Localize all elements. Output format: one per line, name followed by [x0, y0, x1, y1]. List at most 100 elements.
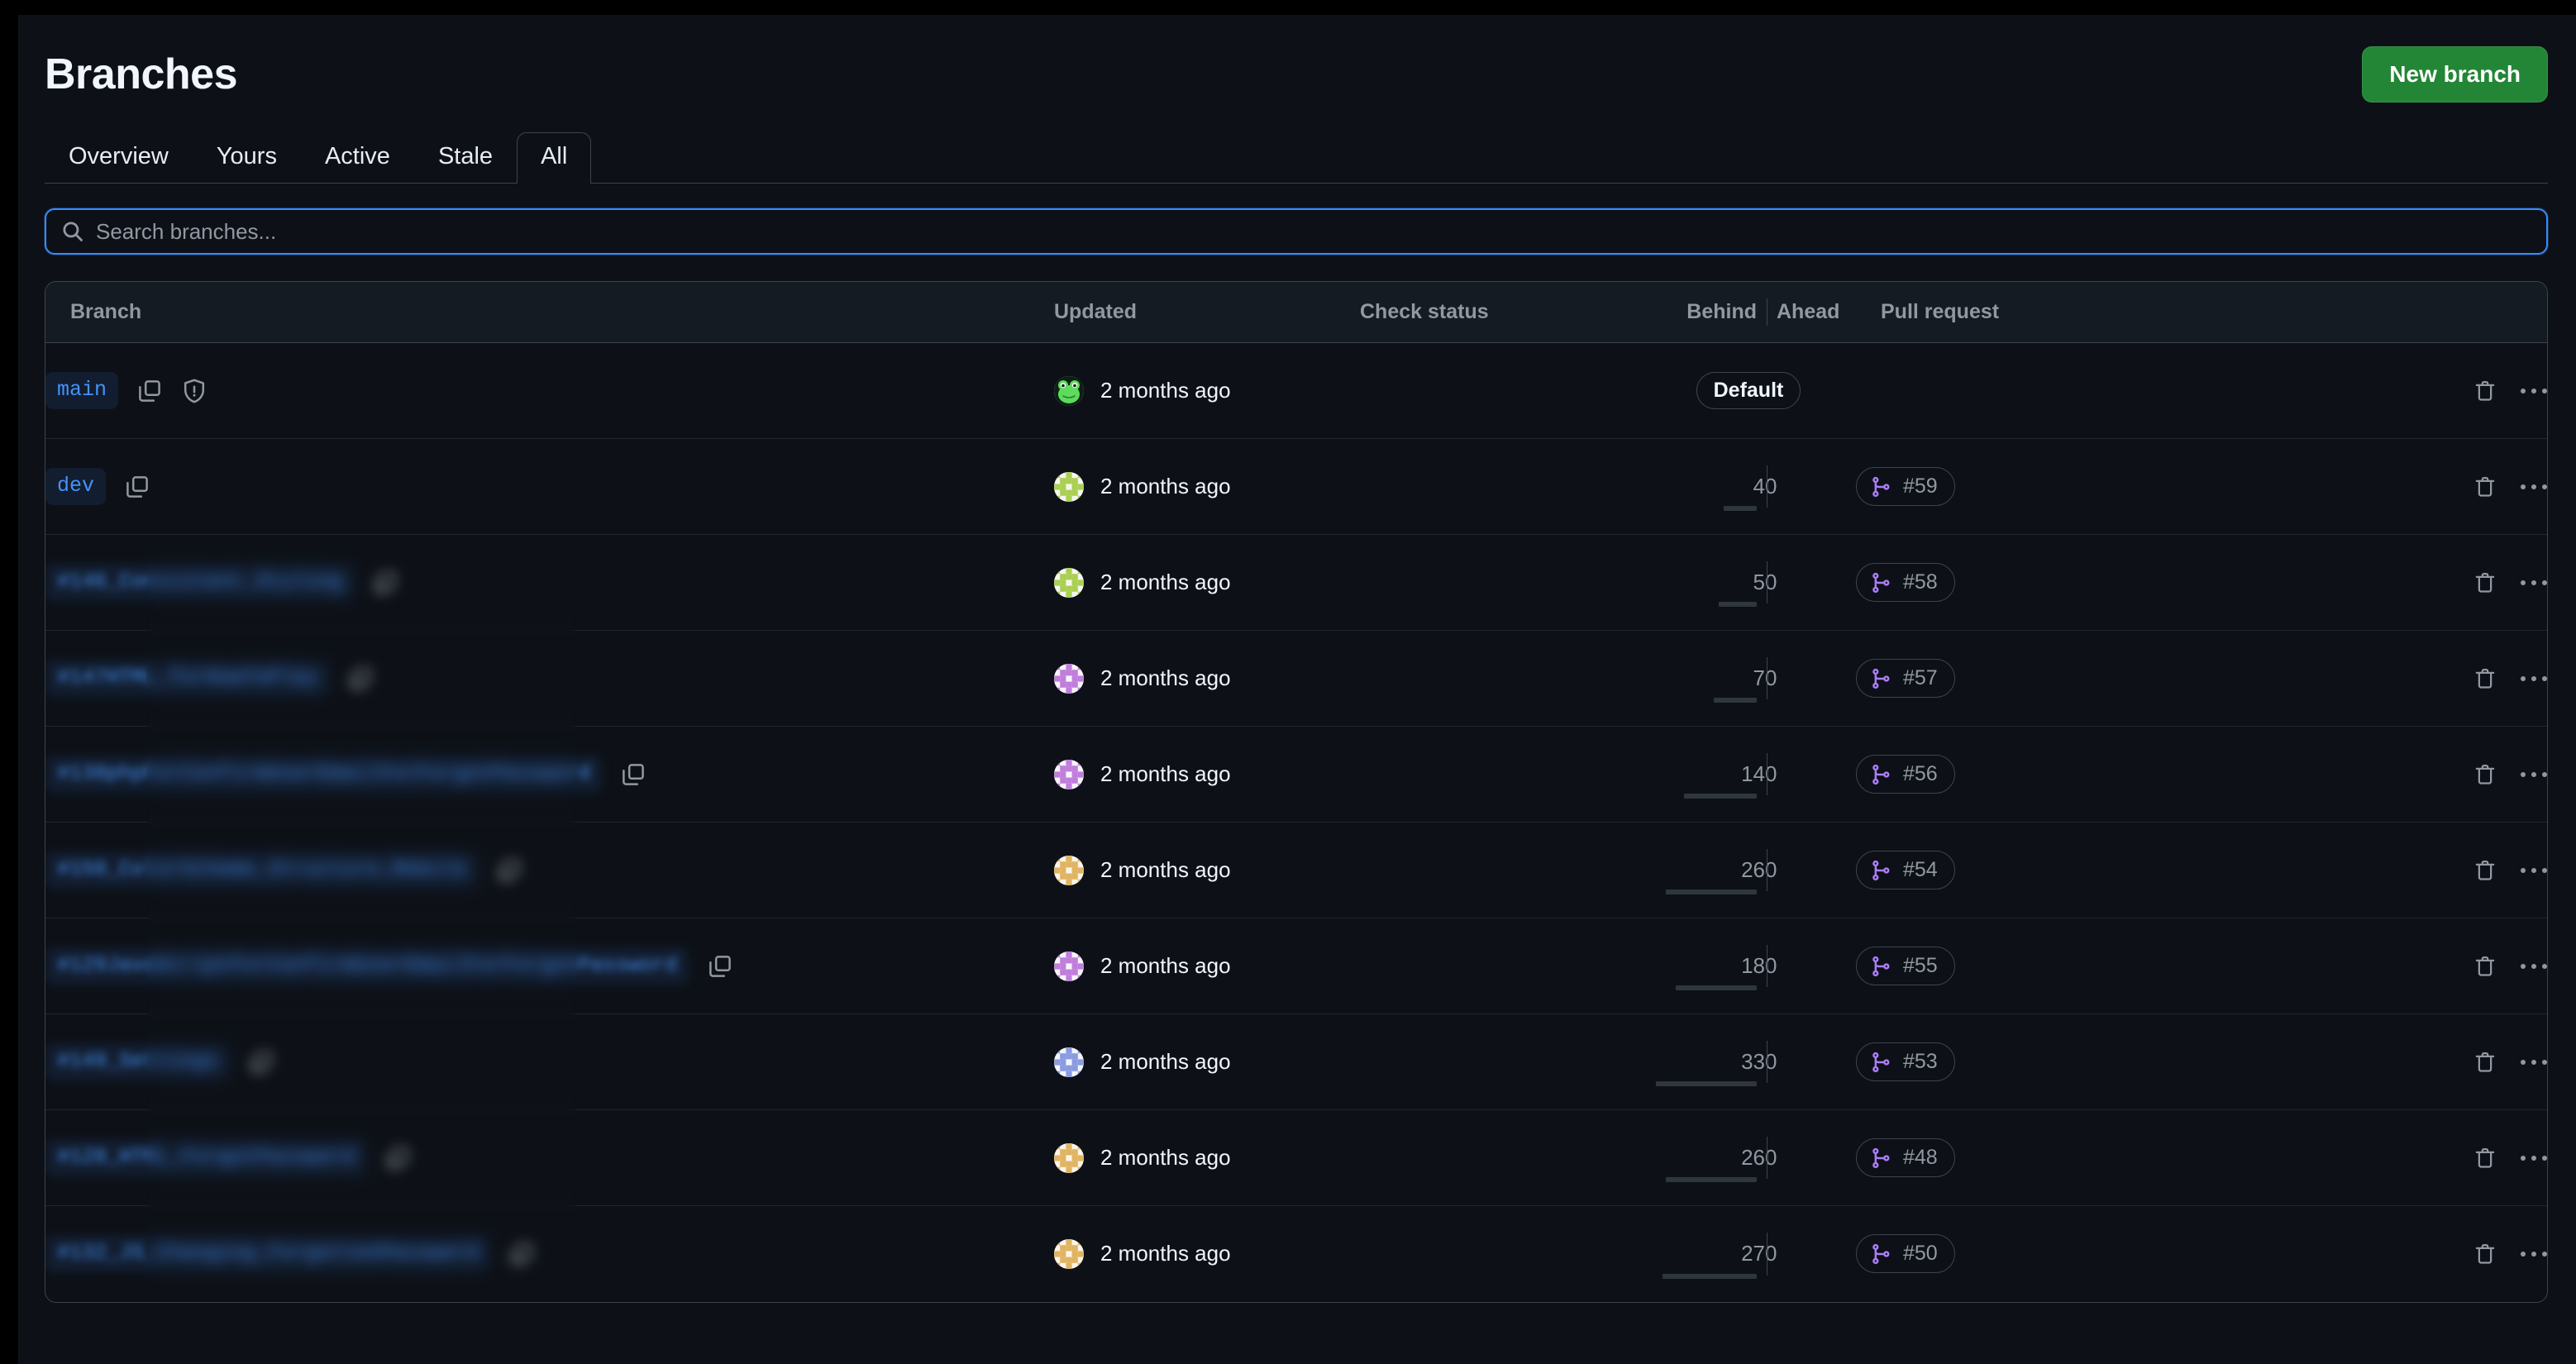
behind-cell: 33 [1641, 1014, 1765, 1110]
pull-request-badge[interactable]: #58 [1856, 563, 1955, 602]
branch-cell: #149_Settings [45, 1014, 1054, 1110]
trash-icon[interactable] [2473, 475, 2497, 499]
branch-name-link[interactable]: #150_ColorScheme_Structure_Mobile [45, 851, 478, 889]
tab-active[interactable]: Active [301, 132, 414, 184]
copy-icon[interactable] [707, 953, 733, 980]
trash-icon[interactable] [2473, 570, 2497, 595]
ahead-cell: 0 [1765, 1110, 1856, 1206]
git-merge-icon [1870, 668, 1891, 689]
ahead-count: 0 [1765, 1241, 1777, 1266]
copy-icon[interactable] [248, 1049, 274, 1075]
trash-icon[interactable] [2473, 1242, 2497, 1266]
tab-stale[interactable]: Stale [414, 132, 517, 184]
kebab-menu-icon[interactable] [2521, 868, 2547, 873]
pull-request-badge[interactable]: #59 [1856, 467, 1955, 506]
pull-request-cell: #53 [1856, 1014, 2211, 1110]
updated-time: 2 months ago [1100, 761, 1231, 787]
behind-bar [1719, 602, 1757, 607]
git-merge-icon [1870, 476, 1891, 498]
ahead-cell: 0 [1765, 439, 1856, 535]
trash-icon[interactable] [2473, 379, 2497, 403]
search-input[interactable] [96, 219, 2531, 245]
ahead-count: 0 [1765, 761, 1777, 786]
table-row: #150_ColorScheme_Structure_Mobile 2 mont… [45, 823, 2547, 918]
pull-request-cell: #54 [1856, 823, 2211, 918]
kebab-menu-icon[interactable] [2521, 1252, 2547, 1257]
kebab-menu-icon[interactable] [2521, 484, 2547, 489]
table-row: #149_Settings 2 months ago 33 0 #53 [45, 1014, 2547, 1110]
behind-cell: 14 [1641, 727, 1765, 823]
avatar [1054, 376, 1084, 406]
kebab-menu-icon[interactable] [2521, 389, 2547, 393]
copy-icon[interactable] [508, 1241, 535, 1267]
kebab-menu-icon[interactable] [2521, 964, 2547, 969]
branch-name-link[interactable]: #128_HTML_ForgotPassword [45, 1139, 366, 1176]
trash-icon[interactable] [2473, 666, 2497, 691]
updated-cell: 2 months ago [1054, 727, 1360, 823]
tab-yours[interactable]: Yours [193, 132, 301, 184]
branch-cell: dev [45, 439, 1054, 535]
branch-name-link[interactable]: #132_JS_Changing_ForgottenPassword [45, 1235, 490, 1272]
updated-time: 2 months ago [1100, 665, 1231, 691]
git-merge-icon [1870, 860, 1891, 881]
pull-request-badge[interactable]: #50 [1856, 1234, 1955, 1273]
behind-bar [1656, 1081, 1757, 1086]
branch-name-link[interactable]: #149_Settings [45, 1043, 230, 1080]
page-header: Branches New branch [18, 15, 2576, 101]
tab-all[interactable]: All [517, 132, 591, 184]
tab-overview[interactable]: Overview [45, 132, 193, 184]
branch-name-link[interactable]: #138phpForConfirmUserEmailForForgotPassw… [45, 756, 602, 793]
kebab-menu-icon[interactable] [2521, 772, 2547, 777]
trash-icon[interactable] [2473, 858, 2497, 883]
pull-request-badge[interactable]: #55 [1856, 947, 1955, 985]
pull-request-badge[interactable]: #57 [1856, 659, 1955, 698]
branch-name-link[interactable]: #147HTML_forHowToPlay [45, 660, 329, 697]
branch-cell: #132_JS_Changing_ForgottenPassword [45, 1206, 1054, 1302]
branch-name-link[interactable]: dev [45, 468, 106, 505]
behind-bar [1666, 1177, 1757, 1182]
git-merge-icon [1870, 956, 1891, 977]
copy-icon[interactable] [496, 857, 522, 884]
copy-icon[interactable] [384, 1145, 411, 1171]
git-merge-icon [1870, 572, 1891, 594]
updated-time: 2 months ago [1100, 1049, 1231, 1075]
column-header-branch: Branch [45, 282, 1054, 343]
trash-icon[interactable] [2473, 762, 2497, 787]
branch-name-link[interactable]: main [45, 372, 118, 409]
copy-icon[interactable] [372, 570, 398, 596]
pull-request-cell: #57 [1856, 631, 2211, 727]
pull-request-number: #55 [1903, 954, 1938, 978]
kebab-menu-icon[interactable] [2521, 580, 2547, 585]
branch-name-link[interactable]: #129JavaScriptForConfirmUserEmailForForg… [45, 947, 689, 985]
kebab-menu-icon[interactable] [2521, 676, 2547, 681]
new-branch-button[interactable]: New branch [2362, 46, 2548, 103]
kebab-menu-icon[interactable] [2521, 1156, 2547, 1161]
behind-cell: 26 [1641, 1110, 1765, 1206]
copy-icon[interactable] [124, 474, 150, 500]
copy-icon[interactable] [347, 665, 374, 692]
table-row: #138phpForConfirmUserEmailForForgotPassw… [45, 727, 2547, 823]
copy-icon[interactable] [620, 761, 646, 788]
pull-request-badge[interactable]: #54 [1856, 851, 1955, 889]
trash-icon[interactable] [2473, 954, 2497, 979]
check-status-cell [1360, 535, 1641, 631]
table-row: main 2 months ago Default [45, 343, 2547, 439]
branch-name-link[interactable]: #146_Consistent_Styling [45, 564, 354, 601]
pull-request-badge[interactable]: #53 [1856, 1042, 1955, 1081]
updated-cell: 2 months ago [1054, 1014, 1360, 1110]
copy-icon[interactable] [136, 378, 163, 404]
check-status-cell [1360, 918, 1641, 1014]
table-header-row: Branch Updated Check status Behind Ahead… [45, 282, 2547, 343]
pull-request-badge[interactable]: #48 [1856, 1138, 1955, 1177]
updated-time: 2 months ago [1100, 474, 1231, 499]
updated-cell: 2 months ago [1054, 1110, 1360, 1206]
updated-cell: 2 months ago [1054, 631, 1360, 727]
pull-request-badge[interactable]: #56 [1856, 755, 1955, 794]
trash-icon[interactable] [2473, 1050, 2497, 1075]
pull-request-number: #48 [1903, 1146, 1938, 1170]
search-branches-box[interactable] [45, 208, 2548, 255]
kebab-menu-icon[interactable] [2521, 1060, 2547, 1065]
shield-alert-icon[interactable] [181, 378, 208, 404]
behind-count: 7 [1753, 665, 1765, 690]
trash-icon[interactable] [2473, 1146, 2497, 1171]
